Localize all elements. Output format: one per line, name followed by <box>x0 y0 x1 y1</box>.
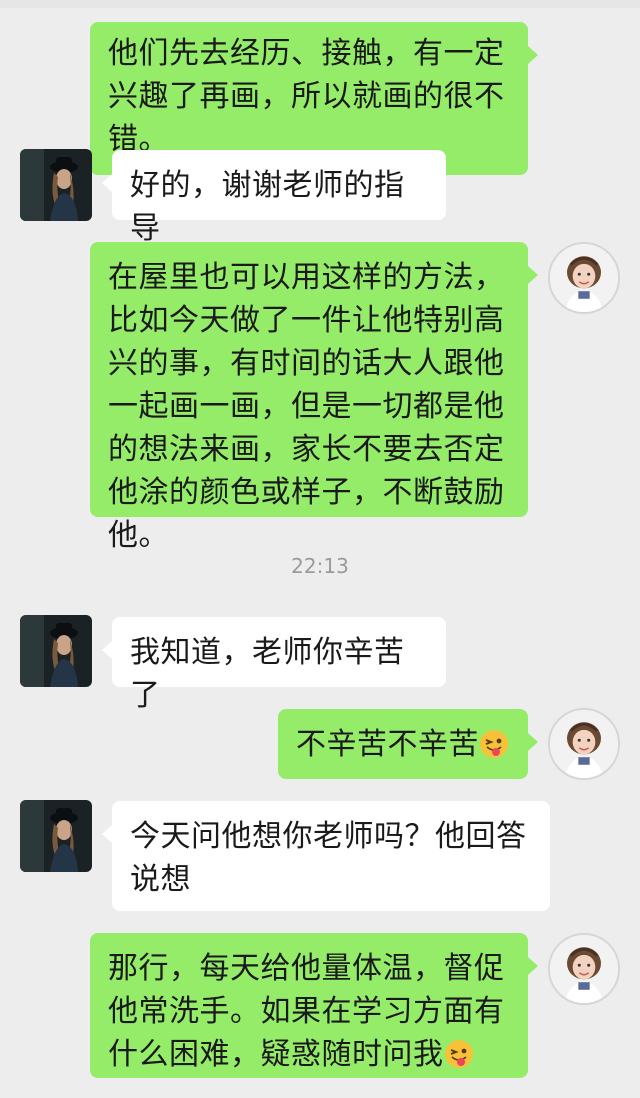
chat-timestamp: 22:13 <box>291 554 349 578</box>
girl-photo-avatar-icon <box>550 935 618 1003</box>
girl-photo-avatar-icon <box>550 244 618 312</box>
teacher-avatar[interactable] <box>548 933 620 1005</box>
parent-avatar[interactable] <box>20 149 92 221</box>
woman-dark-photo-avatar-icon <box>20 149 92 221</box>
tongue-wink-emoji-icon <box>444 1039 474 1069</box>
woman-dark-photo-avatar-icon <box>20 615 92 687</box>
message-text: 今天问他想你老师吗？他回答说想 <box>130 819 527 897</box>
woman-dark-photo-avatar-icon <box>20 800 92 872</box>
message-text: 不辛苦不辛苦 <box>296 727 479 762</box>
message-text: 在屋里也可以用这样的方法，比如今天做了一件让他特别高兴的事，有时间的话大人跟他一… <box>108 260 505 553</box>
girl-photo-avatar-icon <box>550 710 618 778</box>
tongue-wink-emoji-icon <box>479 729 509 759</box>
message-text: 好的，谢谢老师的指导 <box>130 168 405 246</box>
message-bubble-sent[interactable]: 那行，每天给他量体温，督促他常洗手。如果在学习方面有什么困难，疑惑随时问我 <box>90 933 538 1078</box>
message-bubble-received[interactable]: 好的，谢谢老师的指导 <box>102 150 446 246</box>
message-bubble-sent[interactable]: 在屋里也可以用这样的方法，比如今天做了一件让他特别高兴的事，有时间的话大人跟他一… <box>90 242 538 553</box>
message-bubble-sent[interactable]: 不辛苦不辛苦 <box>278 709 538 779</box>
message-bubble-received[interactable]: 今天问他想你老师吗？他回答说想 <box>102 801 550 911</box>
message-text: 我知道，老师你辛苦了 <box>130 635 405 713</box>
parent-avatar[interactable] <box>20 800 92 872</box>
teacher-avatar[interactable] <box>548 708 620 780</box>
message-text: 他们先去经历、接触，有一定兴趣了再画，所以就画的很不错。 <box>108 36 505 157</box>
message-bubble-received[interactable]: 我知道，老师你辛苦了 <box>102 617 446 713</box>
top-bar-edge <box>0 0 640 8</box>
teacher-avatar[interactable] <box>548 242 620 314</box>
parent-avatar[interactable] <box>20 615 92 687</box>
